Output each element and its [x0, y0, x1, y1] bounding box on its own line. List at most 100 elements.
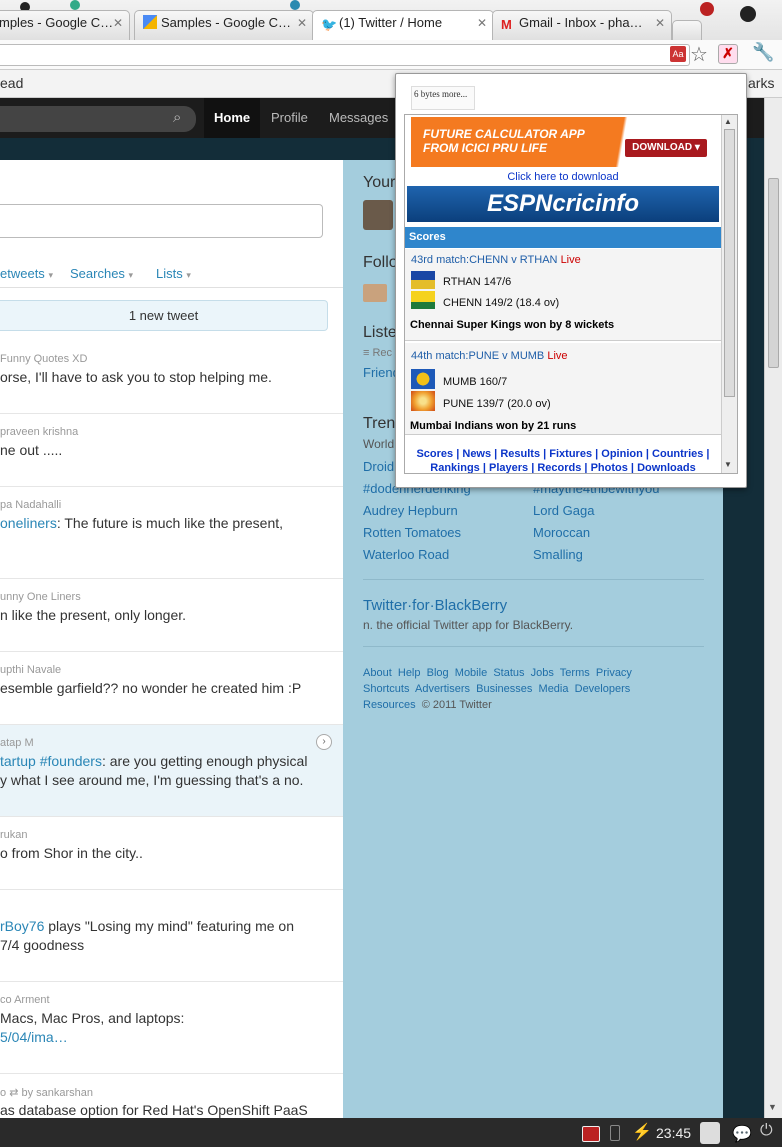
expand-arrow-icon[interactable]: › [316, 734, 332, 750]
popup-link[interactable]: Countries [652, 448, 703, 460]
footer-link[interactable]: About [363, 667, 392, 679]
popup-link[interactable]: Photos [591, 462, 628, 473]
tab-gmail[interactable]: M Gmail - Inbox - pha… ✕ [492, 10, 672, 40]
avatar[interactable] [363, 284, 387, 302]
tweet-item[interactable]: rukan o from Shor in the city.. [0, 817, 343, 890]
match-title[interactable]: 44th match:PUNE v MUMB Live [411, 350, 568, 362]
close-icon[interactable]: ✕ [113, 16, 123, 30]
popup-link[interactable]: Rankings [430, 462, 480, 473]
tweet-author[interactable]: Funny Quotes XD [0, 353, 87, 365]
match-card[interactable]: 44th match:PUNE v MUMB Live MUMB 160/7 P… [405, 343, 721, 435]
tweet-author[interactable]: pa Nadahalli [0, 499, 61, 511]
scroll-down-arrow-icon[interactable]: ▼ [724, 460, 732, 469]
tweet-item[interactable]: atap M › tartup #founders: are you getti… [0, 725, 343, 817]
popup-link[interactable]: Fixtures [549, 448, 592, 460]
tweet-author[interactable]: rukan [0, 829, 28, 841]
nav-messages[interactable]: Messages [319, 98, 398, 138]
tab-retweets[interactable]: etweets ▾ [0, 266, 53, 281]
tweet-author[interactable]: upthi Navale [0, 664, 61, 676]
footer-link[interactable]: Developers [575, 683, 631, 695]
hashtag-link[interactable]: tartup #founders [0, 753, 102, 769]
tweet-item[interactable]: rBoy76 plays "Losing my mind" featuring … [0, 890, 343, 982]
battery-icon[interactable] [610, 1125, 620, 1141]
tweet-item[interactable]: o ⇄ by sankarshan as database option for… [0, 1074, 343, 1120]
page-scrollbar[interactable]: ▼ [764, 98, 782, 1118]
tweet-author[interactable]: atap M [0, 737, 34, 749]
footer-link[interactable]: Blog [427, 667, 449, 679]
footer-link[interactable]: Terms [560, 667, 590, 679]
scroll-down-arrow-icon[interactable]: ▼ [768, 1102, 777, 1112]
cricket-extension-icon[interactable]: ✗ [718, 44, 738, 64]
tweet-item[interactable]: pa Nadahalli oneliners: The future is mu… [0, 487, 343, 579]
new-tweet-bar[interactable]: 1 new tweet [0, 300, 328, 331]
footer-link[interactable]: Help [398, 667, 421, 679]
close-icon[interactable]: ✕ [477, 16, 487, 30]
espncricinfo-logo[interactable]: ESPNcricinfo [407, 186, 719, 222]
other-bookmarks[interactable]: arks [748, 75, 774, 91]
bookmark-star-icon[interactable]: ☆ [690, 42, 708, 67]
tweet-author[interactable]: co Arment [0, 994, 50, 1006]
ad-banner[interactable]: FUTURE CALCULATOR APP FROM ICICI PRU LIF… [411, 117, 707, 167]
footer-link[interactable]: Mobile [455, 667, 487, 679]
user-avatar-icon[interactable] [700, 1122, 720, 1144]
wrench-icon[interactable]: 🔧 [752, 42, 774, 63]
footer-link[interactable]: Businesses [476, 683, 532, 695]
footer-link[interactable]: Privacy [596, 667, 632, 679]
trend-link[interactable]: Audrey Hepburn [363, 503, 458, 518]
tweet-author[interactable]: praveen krishna [0, 426, 78, 438]
record-icon[interactable] [582, 1126, 600, 1142]
search-input[interactable] [0, 106, 196, 132]
tweet-item[interactable]: upthi Navale esemble garfield?? no wonde… [0, 652, 343, 725]
clock[interactable]: 23:45 [656, 1125, 691, 1141]
popup-link[interactable]: Opinion [601, 448, 643, 460]
footer-link[interactable]: Status [493, 667, 524, 679]
avatar[interactable] [363, 200, 393, 230]
dictionary-icon[interactable]: Aa [670, 46, 686, 62]
scrollbar-thumb[interactable] [724, 129, 735, 397]
tweet-author[interactable]: unny One Liners [0, 591, 81, 603]
network-icon[interactable]: ⚡ [632, 1122, 652, 1142]
footer-link[interactable]: Shortcuts [363, 683, 409, 695]
trend-link[interactable]: Smalling [533, 547, 583, 562]
popup-scrollbar[interactable]: ▲ ▼ [721, 115, 737, 473]
ad-download-button[interactable]: DOWNLOAD ▾ [625, 139, 707, 157]
close-icon[interactable]: ✕ [655, 16, 665, 30]
popup-link[interactable]: Results [500, 448, 540, 460]
url-link[interactable]: 5/04/ima… [0, 1028, 68, 1046]
trend-link[interactable]: Waterloo Road [363, 547, 449, 562]
tweet-item[interactable]: Funny Quotes XD orse, I'll have to ask y… [0, 341, 343, 414]
popup-link[interactable]: Downloads [637, 462, 696, 473]
nav-home[interactable]: Home [204, 98, 261, 138]
tweet-item[interactable]: unny One Liners n like the present, only… [0, 579, 343, 652]
nav-profile[interactable]: Profile [261, 98, 318, 138]
ad-download-link[interactable]: Click here to download [405, 171, 721, 183]
popup-link[interactable]: Scores [416, 448, 453, 460]
footer-link[interactable]: Advertisers [415, 683, 470, 695]
bookmark-item[interactable]: ead [0, 75, 23, 91]
trend-link[interactable]: Droid [363, 459, 394, 474]
footer-link[interactable]: Jobs [531, 667, 554, 679]
tab-samples-1[interactable]: mples - Google C… ✕ [0, 10, 130, 40]
search-icon[interactable]: ⌕ [173, 109, 181, 126]
tab-samples-2[interactable]: Samples - Google C… ✕ [134, 10, 314, 40]
trend-link[interactable]: Rotten Tomatoes [363, 525, 461, 540]
match-title[interactable]: 43rd match:CHENN v RTHAN Live [411, 254, 581, 266]
popup-link[interactable]: News [462, 448, 491, 460]
popup-link[interactable]: Players [489, 462, 528, 473]
tab-lists[interactable]: Lists ▾ [156, 266, 191, 281]
chat-icon[interactable]: 💬 [732, 1124, 752, 1144]
tweet-author[interactable]: o [0, 1087, 6, 1099]
match-card[interactable]: 43rd match:CHENN v RTHAN Live RTHAN 147/… [405, 249, 721, 341]
tweet-item[interactable]: praveen krishna ne out ..... [0, 414, 343, 487]
popup-link[interactable]: Records [537, 462, 581, 473]
retweeted-by[interactable]: by sankarshan [21, 1087, 93, 1099]
tweet-item[interactable]: co Arment Macs, Mac Pros, and laptops: 5… [0, 982, 343, 1074]
tab-twitter[interactable]: 🐦 (1) Twitter / Home ✕ [312, 10, 494, 40]
trend-link[interactable]: Lord Gaga [533, 503, 594, 518]
blackberry-promo-link[interactable]: Twitter·for·BlackBerry [363, 597, 507, 614]
power-icon[interactable]: ⏻ [760, 1122, 773, 1140]
scroll-up-arrow-icon[interactable]: ▲ [724, 117, 732, 126]
close-icon[interactable]: ✕ [297, 16, 307, 30]
mention-link[interactable]: rBoy76 [0, 918, 44, 934]
hashtag-link[interactable]: oneliners [0, 515, 57, 531]
